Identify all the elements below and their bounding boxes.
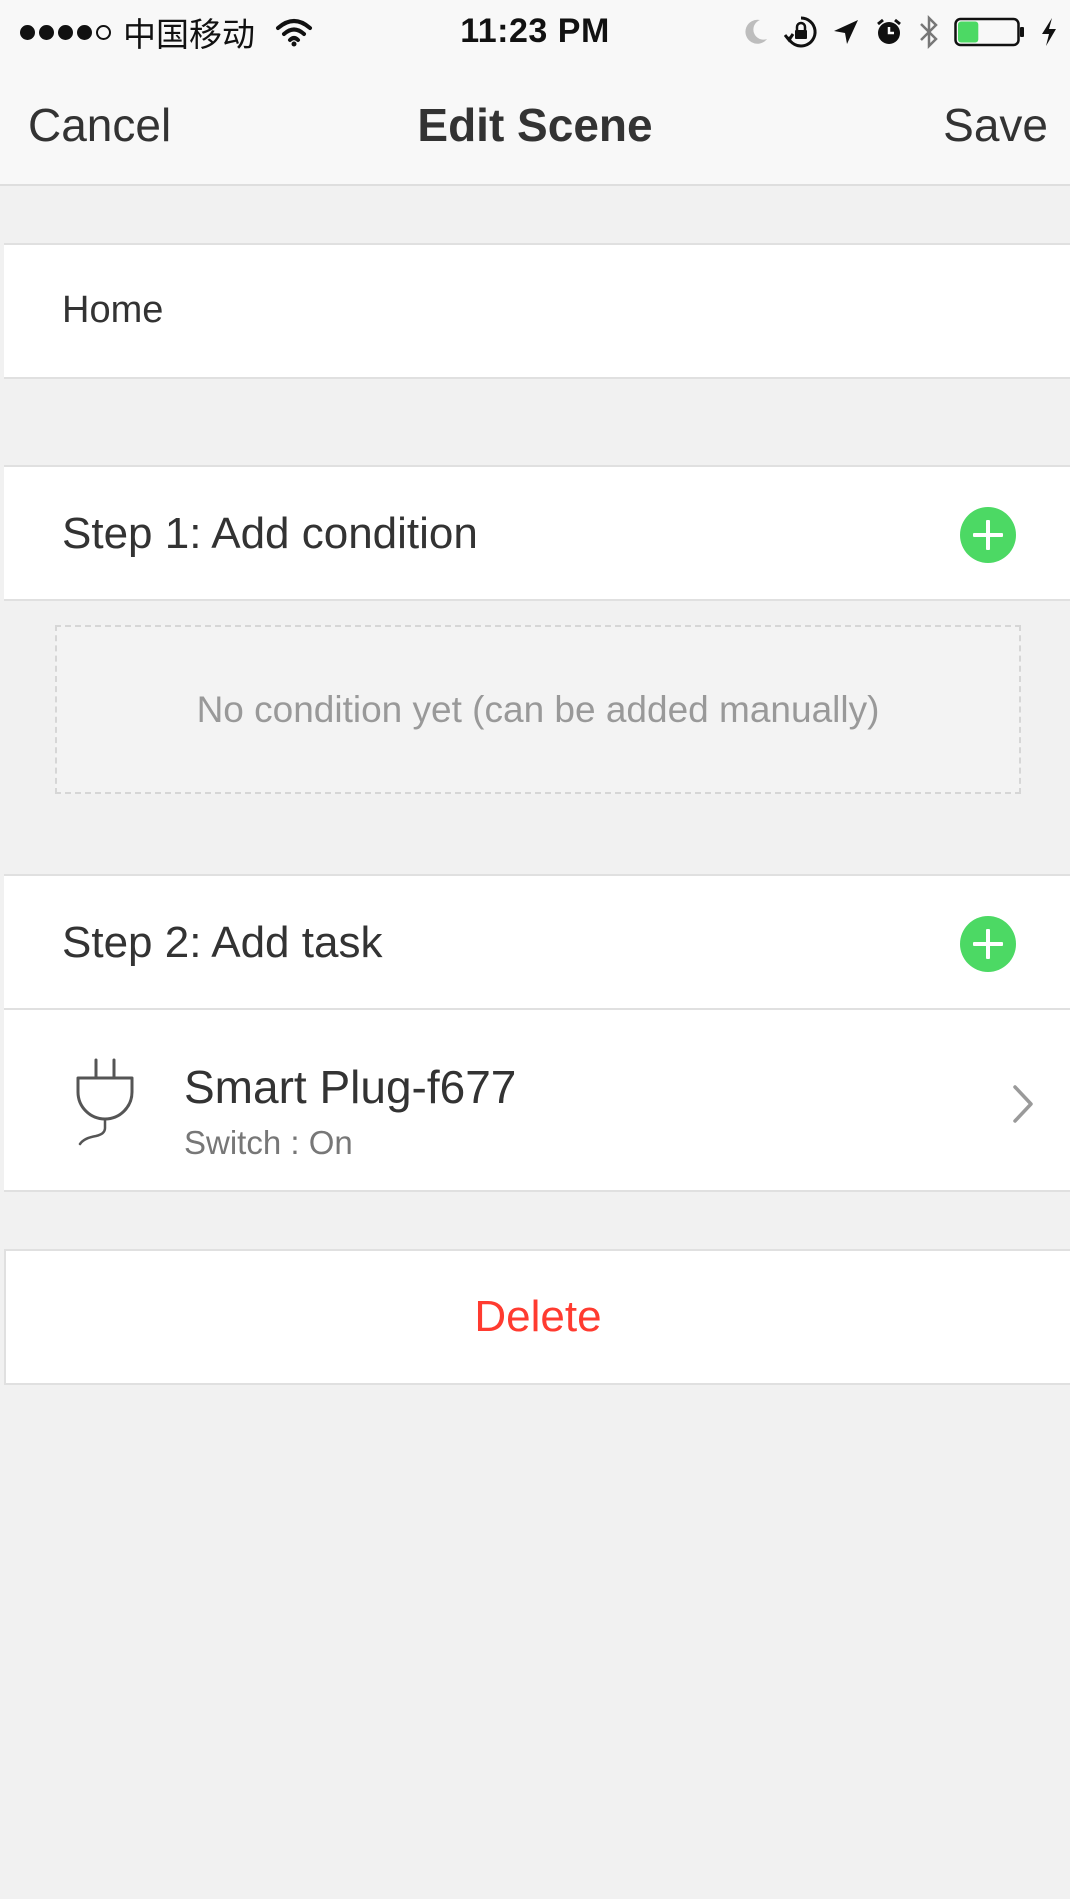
add-condition-button[interactable] — [960, 507, 1016, 563]
delete-button[interactable]: Delete — [4, 1249, 1070, 1385]
delete-label: Delete — [474, 1292, 602, 1341]
alarm-icon — [874, 17, 904, 47]
step1-title: Step 1: Add condition — [62, 509, 478, 558]
charging-bolt-icon — [1040, 17, 1058, 47]
step2-header: Step 2: Add task — [4, 874, 1070, 1010]
plug-icon — [70, 1056, 142, 1153]
rotation-lock-icon — [784, 15, 818, 49]
status-right — [742, 10, 1058, 54]
page-title: Edit Scene — [417, 99, 653, 151]
save-button[interactable]: Save — [943, 98, 1048, 152]
task-device-name: Smart Plug-f677 — [184, 1061, 517, 1113]
condition-empty-placeholder: No condition yet (can be added manually) — [55, 625, 1021, 794]
moon-icon — [742, 17, 770, 47]
edit-scene-screen: 中国移动 11:23 PM Cancel Edit Scene Save Hom… — [0, 0, 1070, 1899]
step1-header: Step 1: Add condition — [4, 465, 1070, 601]
task-status: Switch : On — [184, 1124, 353, 1161]
add-task-button[interactable] — [960, 916, 1016, 972]
battery-icon — [954, 17, 1026, 47]
condition-empty-text: No condition yet (can be added manually) — [196, 688, 880, 730]
task-list-item[interactable]: Smart Plug-f677 Switch : On — [4, 1008, 1070, 1192]
location-arrow-icon — [832, 18, 860, 46]
nav-bar: Cancel Edit Scene Save — [0, 62, 1070, 186]
chevron-right-icon — [1012, 1084, 1034, 1129]
scene-name-field[interactable]: Home — [62, 289, 163, 332]
status-bar: 中国移动 11:23 PM — [0, 0, 1070, 62]
bluetooth-icon — [918, 14, 940, 50]
scene-name-row[interactable]: Home — [4, 243, 1070, 379]
step2-title: Step 2: Add task — [62, 918, 383, 967]
